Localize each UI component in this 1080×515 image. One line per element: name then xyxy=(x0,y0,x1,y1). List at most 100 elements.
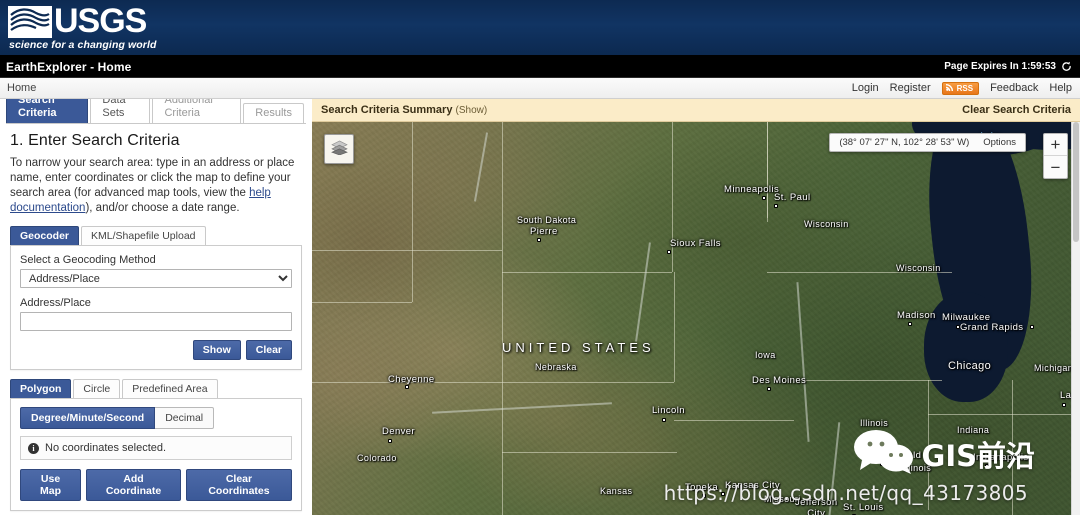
state-label-wisconsin-1: Wisconsin xyxy=(804,219,849,229)
state-label-colorado: Colorado xyxy=(357,453,397,463)
usgs-wordmark: USGS xyxy=(54,2,147,40)
state-label-south-dakota: South Dakota xyxy=(517,215,577,225)
city-label-jefferson-city: Jefferson City xyxy=(795,497,838,515)
area-tabs: Polygon Circle Predefined Area xyxy=(10,379,302,398)
usgs-logo[interactable]: USGS science for a changing world xyxy=(8,2,156,52)
tab-circle[interactable]: Circle xyxy=(73,379,121,398)
register-link[interactable]: Register xyxy=(890,82,931,94)
state-label-wisconsin-2: Wisconsin xyxy=(896,263,941,273)
city-label-indianapolis: Indianapolis xyxy=(973,452,1029,463)
format-decimal-button[interactable]: Decimal xyxy=(155,407,215,429)
clear-button[interactable]: Clear xyxy=(245,340,292,360)
city-dot-st-paul xyxy=(774,204,778,208)
area-panel: Degree/Minute/Second Decimal i No coordi… xyxy=(10,398,302,511)
main-tabs: Search Criteria Data Sets Additional Cri… xyxy=(6,99,306,124)
city-label-des-moines: Des Moines xyxy=(752,375,807,386)
area-buttons: Use Map Add Coordinate Clear Coordinates xyxy=(20,469,292,501)
city-dot-sioux-falls xyxy=(667,250,671,254)
clear-coordinates-button[interactable]: Clear Coordinates xyxy=(185,469,292,501)
city-label-st-paul: St. Paul xyxy=(774,192,811,203)
state-label-kansas: Kansas xyxy=(600,486,633,496)
area-section: Polygon Circle Predefined Area Degree/Mi… xyxy=(10,379,302,511)
clear-search-criteria-link[interactable]: Clear Search Criteria xyxy=(962,104,1071,116)
city-label-chicago: Chicago xyxy=(948,360,992,372)
tab-geocoder[interactable]: Geocoder xyxy=(10,226,80,245)
summary-title: Search Criteria Summary xyxy=(321,104,453,116)
city-label-cheyenne: Cheyenne xyxy=(388,374,435,385)
state-label-iowa: Iowa xyxy=(755,350,776,360)
no-coordinates-text: No coordinates selected. xyxy=(45,442,167,454)
map-options-link[interactable]: Options xyxy=(983,137,1016,148)
geocoding-method-select[interactable]: Address/Place xyxy=(20,269,292,288)
geocoding-method-label: Select a Geocoding Method xyxy=(20,254,156,266)
state-label-michigan: Michigan xyxy=(1034,363,1074,373)
city-label-lansing: La xyxy=(1060,390,1072,401)
city-dot-denver xyxy=(388,439,392,443)
session-timer: Page Expires In 1:59:53 xyxy=(944,61,1072,72)
layers-icon xyxy=(330,140,348,158)
tab-search-criteria[interactable]: Search Criteria xyxy=(6,99,89,123)
address-place-input[interactable] xyxy=(20,312,292,331)
coordinate-format-toggle: Degree/Minute/Second Decimal xyxy=(20,407,292,429)
format-dms-button[interactable]: Degree/Minute/Second xyxy=(20,407,156,429)
address-place-label: Address/Place xyxy=(20,297,91,309)
refresh-icon[interactable] xyxy=(1061,61,1072,72)
app-title-bar: EarthExplorer - Home Page Expires In 1:5… xyxy=(0,56,1080,78)
country-label: UNITED STATES xyxy=(502,340,655,355)
zoom-controls: + − xyxy=(1043,133,1068,179)
city-label-grand-rapids: Grand Rapids xyxy=(960,322,1024,333)
page-title: EarthExplorer - Home xyxy=(6,59,132,74)
rss-icon xyxy=(945,83,954,93)
city-dot-minneapolis xyxy=(762,196,766,200)
city-label-pierre: Pierre xyxy=(530,226,558,237)
layers-button[interactable] xyxy=(324,134,354,164)
login-link[interactable]: Login xyxy=(852,82,879,94)
criteria-body: 1. Enter Search Criteria To narrow your … xyxy=(6,124,306,515)
step-description: To narrow your search area: type in an a… xyxy=(10,156,302,216)
geocoder-section: Geocoder KML/Shapefile Upload Select a G… xyxy=(10,226,302,370)
tab-additional-criteria[interactable]: Additional Criteria xyxy=(152,99,242,123)
map-canvas[interactable]: UNITED STATES LakeMichigan South Dakota … xyxy=(312,122,1080,515)
city-label-kansas-city: Kansas City xyxy=(725,480,781,491)
show-button[interactable]: Show xyxy=(192,340,241,360)
tab-predefined-area[interactable]: Predefined Area xyxy=(122,379,218,398)
info-icon: i xyxy=(28,442,39,454)
city-dot-cheyenne xyxy=(405,385,409,389)
city-dot-grand-rapids xyxy=(1030,325,1034,329)
city-dot-indianapolis xyxy=(985,464,989,468)
geocoder-tabs: Geocoder KML/Shapefile Upload xyxy=(10,226,302,245)
help-link[interactable]: Help xyxy=(1049,82,1072,94)
rss-label: RSS xyxy=(956,83,974,93)
search-criteria-summary-bar: Search Criteria Summary (Show) Clear Sea… xyxy=(312,99,1080,122)
use-map-button[interactable]: Use Map xyxy=(20,469,82,501)
usgs-tagline: science for a changing world xyxy=(9,39,157,51)
feedback-link[interactable]: Feedback xyxy=(990,82,1038,94)
breadcrumb[interactable]: Home xyxy=(7,82,36,94)
geocoder-buttons: Show Clear xyxy=(20,340,292,360)
city-label-sioux-falls: Sioux Falls xyxy=(670,238,721,249)
tab-polygon[interactable]: Polygon xyxy=(10,379,72,398)
city-dot-lincoln xyxy=(662,418,666,422)
summary-left: Search Criteria Summary (Show) xyxy=(321,104,487,116)
tab-kml-shapefile-upload[interactable]: KML/Shapefile Upload xyxy=(81,226,206,245)
city-label-denver: Denver xyxy=(382,426,416,437)
zoom-out-button[interactable]: − xyxy=(1044,156,1067,178)
zoom-in-button[interactable]: + xyxy=(1044,134,1067,156)
tab-data-sets[interactable]: Data Sets xyxy=(90,99,151,123)
usgs-wave-mark xyxy=(8,6,52,38)
page-scrollbar-thumb[interactable] xyxy=(1073,122,1079,242)
tab-results[interactable]: Results xyxy=(243,103,304,123)
add-coordinate-button[interactable]: Add Coordinate xyxy=(86,469,181,501)
city-dot-madison xyxy=(908,322,912,326)
city-dot-topeka xyxy=(702,494,706,498)
step-title: 1. Enter Search Criteria xyxy=(10,132,180,149)
page-scrollbar[interactable] xyxy=(1071,122,1080,515)
city-dot-lansing xyxy=(1062,403,1066,407)
rss-button[interactable]: RSS xyxy=(941,81,980,95)
city-label-lincoln: Lincoln xyxy=(652,405,685,416)
city-label-st-louis: St. Louis xyxy=(843,502,884,513)
city-label-madison: Madison xyxy=(897,310,936,321)
state-label-indiana: Indiana xyxy=(957,425,990,435)
summary-show-link[interactable]: (Show) xyxy=(456,105,488,116)
city-label-springfield: Springfield xyxy=(872,450,922,461)
